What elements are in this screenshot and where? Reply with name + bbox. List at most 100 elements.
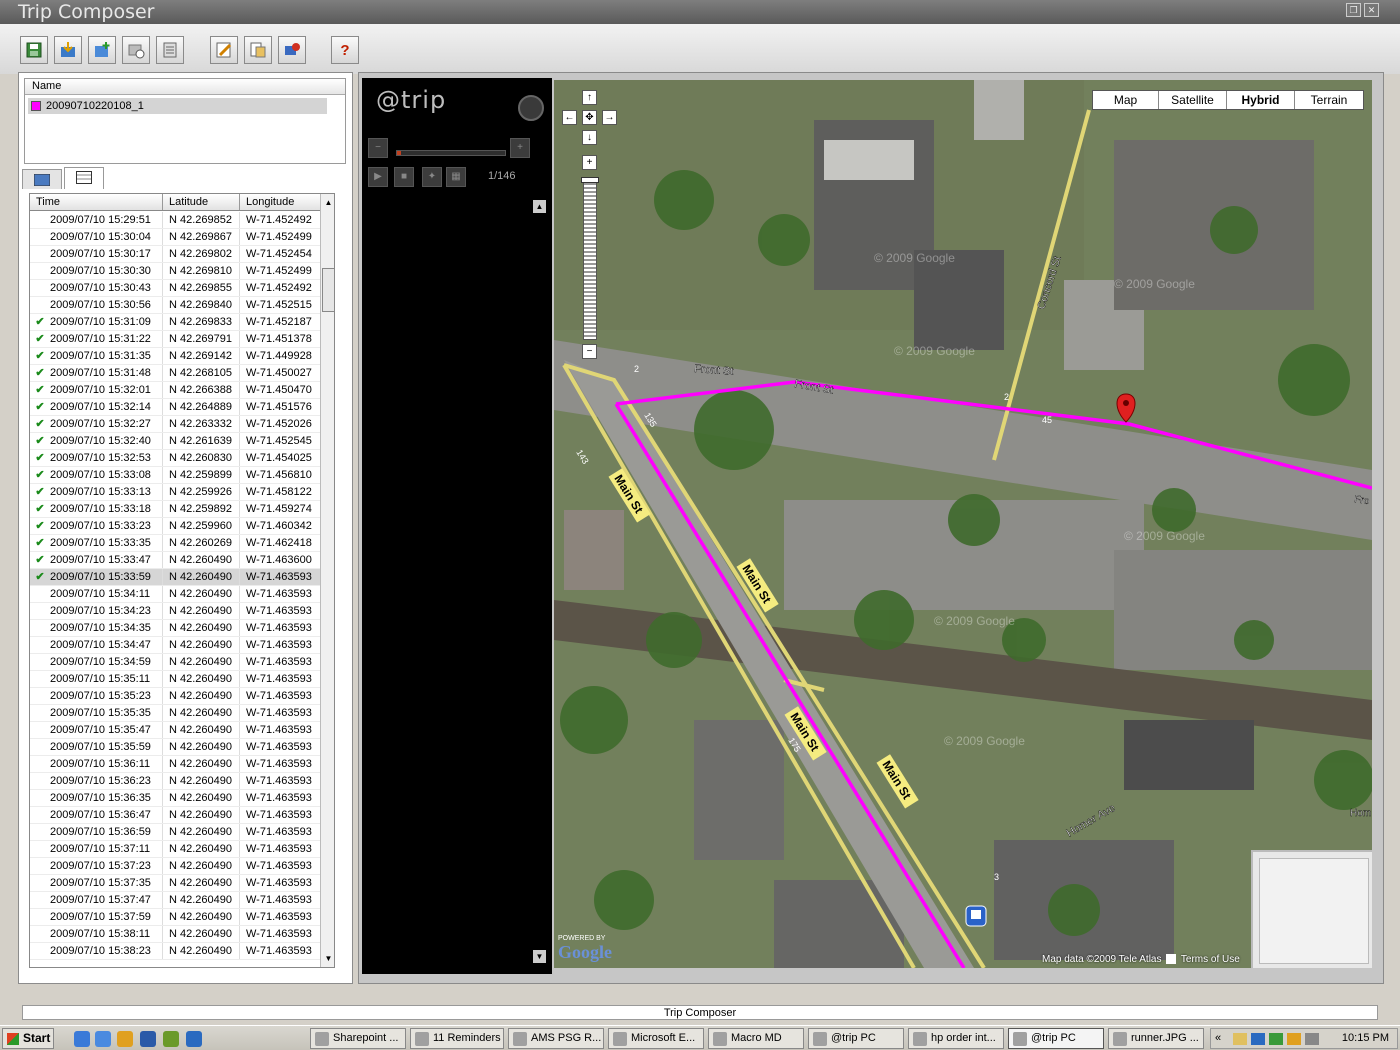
import-button[interactable] [54,36,82,64]
taskbar-button[interactable]: Microsoft E... [608,1028,704,1049]
table-row[interactable]: 2009/07/10 15:36:11 N 42.260490 W-71.46359… [30,756,320,773]
tray-expand-icon[interactable]: « [1215,1032,1221,1044]
network-icon[interactable] [163,1031,179,1047]
scroll-down-arrow-icon[interactable]: ▼ [323,952,334,965]
table-row[interactable]: 2009/07/10 15:34:47 N 42.260490 W-71.46359… [30,637,320,654]
table-row[interactable]: ✔ 2009/07/10 15:33:59 N 42.260490 W-71.4635… [30,569,320,586]
geotag-button[interactable] [278,36,306,64]
table-row[interactable]: ✔ 2009/07/10 15:32:01 N 42.266388 W-71.4504… [30,382,320,399]
pan-down-icon[interactable]: ↓ [582,130,597,145]
map-type-terrain[interactable]: Terrain [1295,91,1363,109]
tab-photos[interactable] [22,169,62,189]
stop-button[interactable]: ■ [394,167,414,187]
table-row[interactable]: ✔ 2009/07/10 15:33:13 N 42.259926 W-71.4581… [30,484,320,501]
table-row[interactable]: 2009/07/10 15:38:11 N 42.260490 W-71.46359… [30,926,320,943]
mail-icon[interactable] [1233,1033,1247,1045]
table-row[interactable]: 2009/07/10 15:35:47 N 42.260490 W-71.46359… [30,722,320,739]
walk-mode-button[interactable]: ✦ [422,167,442,187]
player-settings-button[interactable] [518,95,544,121]
table-row[interactable]: 2009/07/10 15:36:35 N 42.260490 W-71.46359… [30,790,320,807]
table-row[interactable]: ✔ 2009/07/10 15:33:35 N 42.260269 W-71.4624… [30,535,320,552]
hp-icon[interactable] [140,1031,156,1047]
table-row[interactable]: 2009/07/10 15:36:47 N 42.260490 W-71.46359… [30,807,320,824]
taskbar-button[interactable]: hp order int... [908,1028,1004,1049]
macro-icon[interactable] [186,1031,202,1047]
player-scroll-down-icon[interactable]: ▼ [533,950,546,963]
table-row[interactable]: ✔ 2009/07/10 15:32:14 N 42.264889 W-71.4515… [30,399,320,416]
table-row[interactable]: 2009/07/10 15:30:43 N 42.269855 W-71.45249… [30,280,320,297]
table-row[interactable]: ✔ 2009/07/10 15:33:47 N 42.260490 W-71.4636… [30,552,320,569]
tray-network-icon[interactable] [1269,1033,1283,1045]
scroll-thumb[interactable] [322,268,334,312]
save-button[interactable] [20,36,48,64]
table-row[interactable]: ✔ 2009/07/10 15:31:35 N 42.269142 W-71.4499… [30,348,320,365]
restore-button[interactable]: ❐ [1346,3,1361,17]
table-row[interactable]: 2009/07/10 15:35:23 N 42.260490 W-71.46359… [30,688,320,705]
table-row[interactable]: 2009/07/10 15:34:23 N 42.260490 W-71.46359… [30,603,320,620]
taskbar-button[interactable]: AMS PSG R... [508,1028,604,1049]
scroll-up-arrow-icon[interactable]: ▲ [323,196,334,209]
table-row[interactable]: 2009/07/10 15:35:59 N 42.260490 W-71.46359… [30,739,320,756]
table-row[interactable]: 2009/07/10 15:34:35 N 42.260490 W-71.46359… [30,620,320,637]
taskbar-button[interactable]: runner.JPG ... [1108,1028,1204,1049]
grid-mode-button[interactable]: ▦ [446,167,466,187]
tray-app-icon[interactable] [1251,1033,1265,1045]
map-zoom-slider[interactable] [583,180,597,340]
tab-points[interactable] [64,167,104,189]
pan-left-icon[interactable]: ← [562,110,577,125]
zoom-out-button[interactable]: − [368,138,388,158]
quicklaunch-icon[interactable] [117,1031,133,1047]
zoom-in-button[interactable]: + [510,138,530,158]
table-row[interactable]: 2009/07/10 15:34:59 N 42.260490 W-71.46359… [30,654,320,671]
column-longitude[interactable]: Longitude [240,194,320,210]
table-row[interactable]: ✔ 2009/07/10 15:31:22 N 42.269791 W-71.4513… [30,331,320,348]
edit-button[interactable] [210,36,238,64]
taskbar-button[interactable]: @trip PC [1008,1028,1104,1049]
player-scroll-up-icon[interactable]: ▲ [533,200,546,213]
table-row[interactable]: ✔ 2009/07/10 15:33:08 N 42.259899 W-71.4568… [30,467,320,484]
points-scrollbar[interactable]: ▲ ▼ [320,194,334,967]
terms-of-use-link[interactable]: Terms of Use [1181,954,1240,965]
table-row[interactable]: ✔ 2009/07/10 15:32:27 N 42.263332 W-71.4520… [30,416,320,433]
table-row[interactable]: 2009/07/10 15:29:51 N 42.269852 W-71.45249… [30,212,320,229]
start-button[interactable]: Start [2,1028,54,1049]
add-photo-button[interactable] [88,36,116,64]
player-scrollbar[interactable]: ▲ ▼ [533,200,547,964]
overview-map[interactable] [1251,850,1372,968]
pan-right-icon[interactable]: → [602,110,617,125]
track-list-header[interactable]: Name [25,79,345,95]
map-type-hybrid[interactable]: Hybrid [1227,91,1295,109]
table-row[interactable]: 2009/07/10 15:35:11 N 42.260490 W-71.46359… [30,671,320,688]
table-row[interactable]: 2009/07/10 15:30:30 N 42.269810 W-71.45249… [30,263,320,280]
table-row[interactable]: ✔ 2009/07/10 15:33:23 N 42.259960 W-71.4603… [30,518,320,535]
taskbar-button[interactable]: Macro MD [708,1028,804,1049]
properties-button[interactable] [244,36,272,64]
table-row[interactable]: 2009/07/10 15:37:23 N 42.260490 W-71.46359… [30,858,320,875]
tray-security-icon[interactable] [1287,1033,1301,1045]
playback-slider[interactable] [396,150,506,156]
table-row[interactable]: 2009/07/10 15:37:59 N 42.260490 W-71.46359… [30,909,320,926]
volume-icon[interactable] [1305,1033,1319,1045]
overview-toggle-icon[interactable] [1166,954,1177,965]
table-row[interactable]: 2009/07/10 15:34:11 N 42.260490 W-71.46359… [30,586,320,603]
column-latitude[interactable]: Latitude [163,194,240,210]
table-row[interactable]: 2009/07/10 15:30:56 N 42.269840 W-71.45251… [30,297,320,314]
table-row[interactable]: ✔ 2009/07/10 15:31:09 N 42.269833 W-71.4521… [30,314,320,331]
table-row[interactable]: 2009/07/10 15:30:17 N 42.269802 W-71.45245… [30,246,320,263]
pan-center-icon[interactable]: ✥ [582,110,597,125]
table-row[interactable]: 2009/07/10 15:38:23 N 42.260490 W-71.46359… [30,943,320,960]
table-row[interactable]: 2009/07/10 15:37:11 N 42.260490 W-71.46359… [30,841,320,858]
ie-icon[interactable] [74,1031,90,1047]
play-button[interactable]: ▶ [368,167,388,187]
table-row[interactable]: ✔ 2009/07/10 15:31:48 N 42.268105 W-71.4500… [30,365,320,382]
help-button[interactable]: ? [331,36,359,64]
table-row[interactable]: ✔ 2009/07/10 15:32:40 N 42.261639 W-71.4525… [30,433,320,450]
taskbar-button[interactable]: @trip PC [808,1028,904,1049]
close-button[interactable]: ✕ [1364,3,1379,17]
time-sync-button[interactable] [122,36,150,64]
track-item[interactable]: 20090710220108_1 [28,98,327,114]
column-time[interactable]: Time [30,194,163,210]
export-button[interactable] [156,36,184,64]
taskbar-button[interactable]: 11 Reminders [410,1028,504,1049]
outlook-icon[interactable] [95,1031,111,1047]
